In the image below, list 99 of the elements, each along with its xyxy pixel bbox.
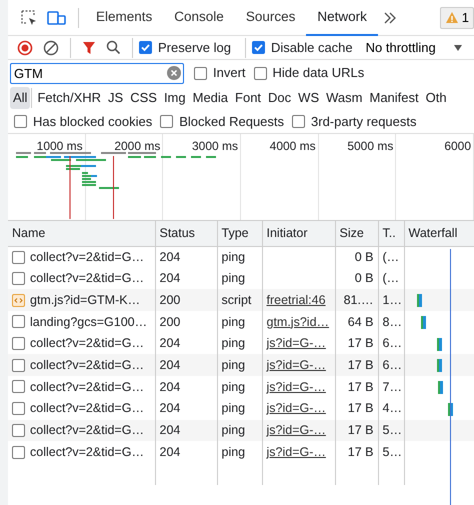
type-filter[interactable]: Wasm	[323, 87, 366, 109]
table-cell: 17 B	[335, 354, 378, 376]
timeline-tick: 2000 ms	[114, 139, 160, 153]
type-filter[interactable]: All	[10, 87, 30, 109]
initiator-link[interactable]: gtm.js?id…	[266, 314, 330, 329]
request-name[interactable]: collect?v=2&tid=G…	[30, 334, 144, 353]
load-marker-line	[113, 156, 114, 219]
checkbox-label: Blocked Requests	[179, 112, 284, 131]
checkbox[interactable]	[254, 66, 267, 80]
table-cell: 204	[155, 354, 217, 376]
request-name[interactable]: collect?v=2&tid=G…	[30, 442, 144, 462]
checkbox-label: Has blocked cookies	[33, 112, 152, 131]
request-name[interactable]: collect?v=2&tid=G…	[30, 269, 144, 288]
table-cell: 64 B	[335, 311, 378, 333]
panel-tab[interactable]: Sources	[234, 0, 306, 36]
document-icon	[12, 402, 25, 416]
document-icon	[12, 358, 25, 372]
column-header[interactable]: Name	[8, 221, 155, 246]
table-cell: 200	[155, 311, 217, 333]
script-file-icon	[12, 294, 25, 307]
type-filter[interactable]: Manifest	[366, 87, 422, 109]
document-icon	[12, 272, 25, 286]
table-cell: ping	[217, 246, 262, 268]
table-cell: ping	[217, 354, 262, 376]
request-name[interactable]: collect?v=2&tid=G…	[30, 378, 144, 396]
checkbox-label: Hide data URLs	[272, 64, 364, 82]
table-cell: 8…	[378, 311, 404, 333]
checkbox[interactable]	[139, 41, 152, 54]
timeline-tick: 1000 ms	[36, 139, 83, 153]
request-name[interactable]: collect?v=2&tid=G…	[30, 248, 144, 266]
table-cell: 81.…	[335, 289, 378, 312]
timeline-tick: 5000 ms	[347, 139, 394, 153]
document-icon	[12, 380, 25, 394]
clear-input-icon[interactable]	[167, 66, 181, 80]
table-cell: 204	[155, 420, 217, 442]
type-filter[interactable]: Doc	[265, 87, 294, 109]
table-cell: ping	[217, 376, 262, 398]
type-filter[interactable]: Font	[232, 87, 264, 109]
checkbox[interactable]	[292, 115, 306, 128]
table-cell: script	[217, 289, 262, 312]
checkbox[interactable]	[160, 115, 174, 128]
table-cell: 7…	[378, 376, 404, 398]
request-name[interactable]: collect?v=2&tid=G…	[30, 399, 144, 418]
table-cell: 17 B	[335, 420, 378, 442]
checkbox-label: Invert	[213, 64, 246, 82]
type-filter[interactable]: Oth	[422, 87, 450, 109]
checkbox[interactable]	[194, 66, 207, 80]
column-header[interactable]: Size	[335, 221, 378, 246]
throttling-dropdown[interactable]: No throttling	[360, 38, 467, 58]
checkbox[interactable]	[14, 115, 27, 128]
document-icon	[12, 446, 25, 459]
initiator-link[interactable]: js?id=G-…	[266, 444, 326, 459]
type-filter[interactable]: Img	[160, 87, 189, 109]
document-icon	[12, 424, 25, 437]
initiator-link[interactable]: js?id=G-…	[266, 401, 326, 416]
caret-icon	[454, 44, 462, 50]
panel-tab[interactable]: Console	[163, 0, 235, 36]
table-cell: 204	[155, 376, 217, 398]
panel-tab[interactable]: Elements	[85, 0, 164, 36]
checkbox-label: Preserve log	[158, 38, 231, 57]
table-cell: 1…	[378, 289, 404, 312]
initiator-link[interactable]: js?id=G-…	[266, 380, 326, 394]
column-header[interactable]: Status	[155, 221, 217, 246]
table-cell: ping	[217, 441, 262, 463]
table-cell: 5…	[378, 441, 404, 463]
column-header[interactable]: Type	[217, 221, 262, 246]
table-cell: 204	[155, 246, 217, 268]
checkbox[interactable]	[252, 41, 265, 54]
type-filter[interactable]: Media	[190, 87, 232, 109]
timeline-tick: 4000 ms	[270, 139, 316, 153]
table-cell: ping	[217, 311, 262, 333]
document-icon	[12, 337, 25, 350]
panel-tab[interactable]: Network	[306, 0, 378, 36]
document-icon	[12, 315, 25, 328]
table-cell: 17 B	[335, 376, 378, 398]
initiator-link[interactable]: js?id=G-…	[266, 336, 326, 350]
table-cell: ping	[217, 420, 262, 442]
checkbox-label: 3rd-party requests	[311, 112, 417, 131]
table-cell: 200	[155, 289, 217, 312]
table-cell: 17 B	[335, 441, 378, 463]
column-header[interactable]: Initiator	[262, 221, 335, 246]
timeline-tick: 6000	[444, 139, 472, 153]
document-icon	[12, 250, 25, 264]
type-filter[interactable]: WS	[295, 87, 322, 109]
type-filter[interactable]: JS	[105, 87, 126, 109]
table-cell: 5…	[378, 420, 404, 442]
type-filter[interactable]: Fetch/XHR	[34, 87, 104, 109]
filter-field[interactable]: GTM	[10, 62, 184, 84]
table-cell: 204	[155, 441, 217, 463]
timeline-tick: 3000 ms	[192, 139, 238, 153]
column-header[interactable]: Waterfall	[404, 221, 474, 246]
type-filter[interactable]: CSS	[127, 87, 160, 109]
request-name[interactable]: landing?gcs=G100…	[30, 312, 148, 332]
table-cell: 6…	[378, 354, 404, 376]
checkbox-label: Disable cache	[270, 38, 353, 57]
column-header[interactable]: T..	[378, 221, 404, 246]
table-cell: (…	[378, 246, 404, 268]
table-cell: 0 B	[335, 246, 378, 268]
warnings-badge[interactable]: 1	[440, 6, 474, 28]
